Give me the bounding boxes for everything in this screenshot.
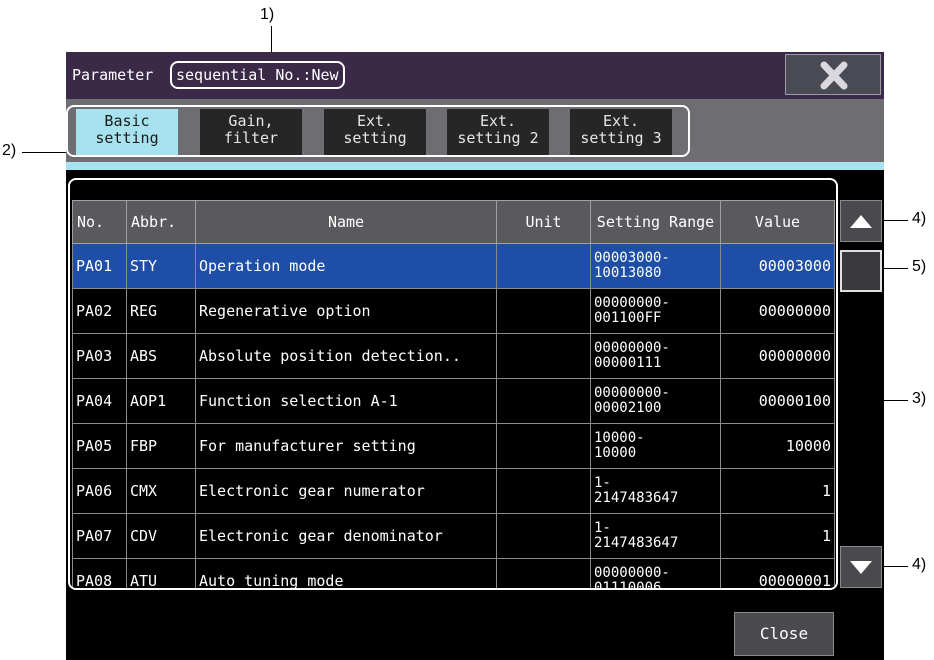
tab-indicator-strip [66,162,884,170]
cell-name: Function selection A-1 [195,378,497,424]
callout-5: 5) [912,258,927,275]
callout-3: 3) [912,390,927,407]
cell-name: Absolute position detection.. [195,333,497,379]
cell-abbr: ATU [126,558,196,588]
cell-range: 00003000- 10013080 [590,243,721,289]
callout-1: 1) [260,6,275,23]
cell-unit [496,333,591,379]
cell-no: PA05 [72,423,127,469]
cell-value: 00000001 [720,558,835,588]
callout-4-down: 4) [912,556,927,573]
title-bar: Parameter sequential No.:New [66,52,884,99]
triangle-down-icon [850,561,872,574]
table-row[interactable]: PA06 CMX Electronic gear numerator 1- 21… [72,468,835,514]
col-header-no: No. [72,200,127,244]
cell-abbr: ABS [126,333,196,379]
col-header-abbr: Abbr. [126,200,196,244]
table-row[interactable]: PA02 REG Regenerative option 00000000- 0… [72,288,835,334]
cell-no: PA08 [72,558,127,588]
cell-unit [496,423,591,469]
tab-ext-setting-3[interactable]: Ext. setting 3 [570,109,672,155]
close-button[interactable]: Close [734,612,834,656]
cell-range: 1- 2147483647 [590,513,721,559]
cell-abbr: CMX [126,468,196,514]
tab-basic-setting[interactable]: Basic setting [76,109,178,155]
callout-4-up-line [884,220,908,221]
close-x-icon [820,61,848,90]
tab-bar: Basic setting Gain, filter Ext. setting … [66,99,884,162]
window-title: Parameter [72,66,154,84]
cell-unit [496,468,591,514]
table-row[interactable]: PA04 AOP1 Function selection A-1 0000000… [72,378,835,424]
cell-name: Electronic gear numerator [195,468,497,514]
tab-ext-setting[interactable]: Ext. setting [324,109,426,155]
triangle-up-icon [850,215,872,228]
cell-unit [496,513,591,559]
cell-value: 00000000 [720,288,835,334]
cell-range: 00000000- 01110006 [590,558,721,588]
cell-value: 00000000 [720,333,835,379]
scroll-up-button[interactable] [840,200,882,242]
cell-value: 00003000 [720,243,835,289]
cell-value: 1 [720,468,835,514]
scroll-thumb[interactable] [840,250,882,292]
cell-abbr: REG [126,288,196,334]
callout-2-line [22,152,68,153]
cell-abbr: CDV [126,513,196,559]
cell-value: 00000100 [720,378,835,424]
cell-unit [496,378,591,424]
table-row[interactable]: PA07 CDV Electronic gear denominator 1- … [72,513,835,559]
tab-gain-filter[interactable]: Gain, filter [200,109,302,155]
cell-name: Electronic gear denominator [195,513,497,559]
sequential-number: sequential No.:New [170,61,345,89]
cell-name: For manufacturer setting [195,423,497,469]
cell-name: Auto tuning mode [195,558,497,588]
close-x-button[interactable] [785,54,881,95]
callout-4-down-line [884,566,908,567]
callout-5-line [884,268,908,269]
cell-unit [496,288,591,334]
cell-range: 00000000- 00002100 [590,378,721,424]
parameter-window: Parameter sequential No.:New Basic setti… [66,52,884,660]
cell-range: 1- 2147483647 [590,468,721,514]
cell-range: 10000- 10000 [590,423,721,469]
cell-no: PA07 [72,513,127,559]
cell-no: PA01 [72,243,127,289]
cell-abbr: AOP1 [126,378,196,424]
callout-2: 2) [2,142,17,159]
parameter-table: No. Abbr. Name Unit Setting Range Value … [72,200,835,588]
scroll-down-button[interactable] [840,546,882,588]
tab-ext-setting-2[interactable]: Ext. setting 2 [447,109,549,155]
cell-value: 1 [720,513,835,559]
cell-name: Regenerative option [195,288,497,334]
col-header-unit: Unit [496,200,591,244]
col-header-setting-range: Setting Range [590,200,721,244]
cell-no: PA06 [72,468,127,514]
callout-4-up: 4) [912,210,927,227]
cell-unit [496,558,591,588]
cell-value: 10000 [720,423,835,469]
cell-unit [496,243,591,289]
cell-abbr: FBP [126,423,196,469]
col-header-value: Value [720,200,835,244]
table-header-row: No. Abbr. Name Unit Setting Range Value [72,200,835,244]
table-row[interactable]: PA01 STY Operation mode 00003000- 100130… [72,243,835,289]
cell-no: PA02 [72,288,127,334]
cell-range: 00000000- 00000111 [590,333,721,379]
col-header-name: Name [195,200,497,244]
table-row[interactable]: PA08 ATU Auto tuning mode 00000000- 0111… [72,558,835,588]
cell-range: 00000000- 001100FF [590,288,721,334]
cell-name: Operation mode [195,243,497,289]
cell-no: PA03 [72,333,127,379]
table-row[interactable]: PA05 FBP For manufacturer setting 10000-… [72,423,835,469]
table-row[interactable]: PA03 ABS Absolute position detection.. 0… [72,333,835,379]
cell-abbr: STY [126,243,196,289]
cell-no: PA04 [72,378,127,424]
parameter-table-frame: No. Abbr. Name Unit Setting Range Value … [68,178,838,590]
